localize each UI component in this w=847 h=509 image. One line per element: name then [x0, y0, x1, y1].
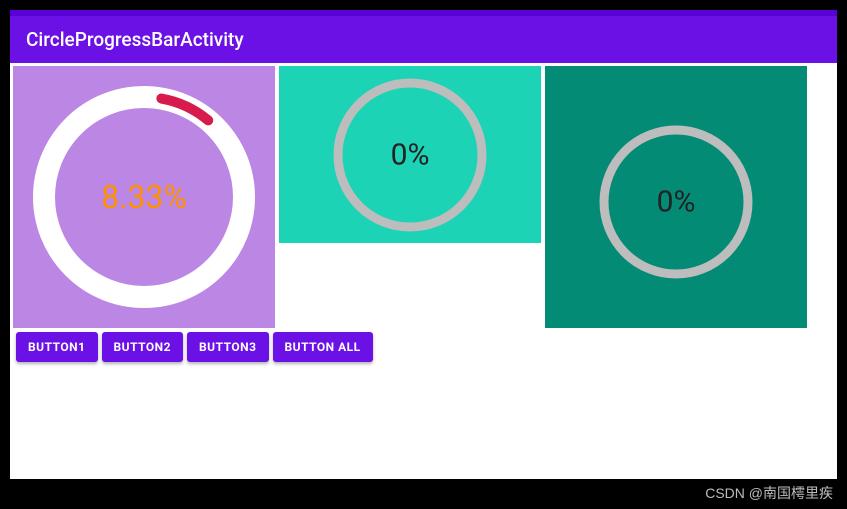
- progress-label-3: 0%: [657, 185, 696, 220]
- button-row: BUTTON1 BUTTON2 BUTTON3 BUTTON ALL: [10, 328, 837, 362]
- button-2[interactable]: BUTTON2: [102, 332, 184, 362]
- app-title: CircleProgressBarActivity: [26, 28, 244, 51]
- button-all[interactable]: BUTTON ALL: [273, 332, 373, 362]
- watermark-text: CSDN @南国樗里疾: [705, 483, 833, 503]
- button-1[interactable]: BUTTON1: [16, 332, 98, 362]
- screen: CircleProgressBarActivity 8.33%: [10, 10, 837, 479]
- device-frame: CircleProgressBarActivity 8.33%: [0, 0, 847, 509]
- content-area: 8.33% 0% 0%: [10, 63, 837, 479]
- progress-row: 8.33% 0% 0%: [10, 63, 837, 328]
- progress-label-2: 0%: [391, 137, 430, 172]
- progress-card-1: 8.33%: [13, 66, 275, 328]
- progress-label-1: 8.33%: [101, 178, 187, 216]
- progress-card-3: 0%: [545, 66, 807, 328]
- progress-card-2: 0%: [279, 66, 541, 243]
- circle-progress-3: 0%: [596, 122, 756, 282]
- circle-progress-1: 8.33%: [29, 82, 259, 312]
- button-3[interactable]: BUTTON3: [187, 332, 269, 362]
- circle-progress-2: 0%: [330, 75, 490, 235]
- app-bar: CircleProgressBarActivity: [10, 16, 837, 63]
